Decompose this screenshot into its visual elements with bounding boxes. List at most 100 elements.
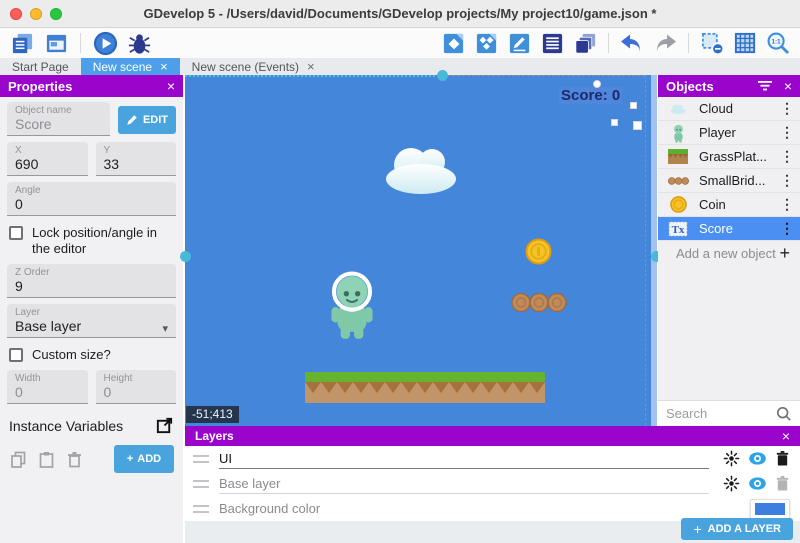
delete-selection-icon[interactable] bbox=[698, 30, 726, 56]
delete-layer-icon[interactable] bbox=[775, 450, 790, 467]
main-toolbar: 1:1 bbox=[0, 28, 800, 58]
game-window-border-right bbox=[645, 75, 646, 426]
object-menu-icon[interactable]: ⋮ bbox=[780, 100, 794, 117]
player-instance[interactable] bbox=[328, 270, 376, 340]
score-text-instance[interactable]: Score: 0 bbox=[559, 87, 622, 104]
close-layers-icon[interactable]: × bbox=[782, 429, 790, 443]
object-row-score[interactable]: Tx Score ⋮ bbox=[658, 217, 800, 241]
tab-start-page[interactable]: Start Page bbox=[0, 58, 81, 75]
height-field: Height 0 bbox=[96, 370, 177, 404]
selection-handle-right[interactable] bbox=[630, 102, 637, 109]
title-bar: GDevelop 5 - /Users/david/Documents/GDev… bbox=[0, 0, 800, 28]
layer-visibility-eye-icon[interactable] bbox=[747, 476, 768, 491]
custom-size-row: Custom size? bbox=[7, 344, 176, 370]
selection-handle-bottom[interactable] bbox=[611, 119, 618, 126]
layer-select[interactable]: Layer Base layer ▾ bbox=[7, 304, 176, 338]
properties-panel: Properties × Object name Score EDIT X 69… bbox=[0, 75, 183, 543]
object-menu-icon[interactable]: ⋮ bbox=[780, 196, 794, 213]
close-tab-icon[interactable]: × bbox=[307, 58, 315, 75]
panel-splitter-line bbox=[185, 75, 447, 77]
plus-icon: + bbox=[693, 521, 701, 537]
open-in-new-icon[interactable] bbox=[155, 416, 174, 435]
selection-handle-corner[interactable] bbox=[633, 121, 642, 130]
cloud-instance[interactable] bbox=[373, 143, 469, 195]
zoom-1-1-icon[interactable]: 1:1 bbox=[764, 30, 792, 56]
object-row-smallbridge[interactable]: SmallBrid... ⋮ bbox=[658, 169, 800, 193]
x-position-field[interactable]: X 690 bbox=[7, 142, 88, 176]
close-objects-icon[interactable]: × bbox=[784, 79, 792, 93]
small-bridge-thumbnail bbox=[666, 177, 690, 185]
search-icon bbox=[776, 406, 792, 422]
tab-new-scene[interactable]: New scene× bbox=[81, 58, 180, 75]
layers-panel: Layers × Base layer Background color bbox=[185, 426, 800, 543]
lock-position-row: Lock position/angle in the editor bbox=[7, 222, 176, 264]
game-window-border-top bbox=[447, 75, 645, 76]
plus-icon[interactable]: + bbox=[779, 243, 790, 264]
delete-layer-icon[interactable] bbox=[775, 475, 790, 492]
small-bridge-instance[interactable] bbox=[511, 292, 567, 313]
width-field: Width 0 bbox=[7, 370, 88, 404]
object-row-player[interactable]: Player ⋮ bbox=[658, 121, 800, 145]
splitter-handle-left[interactable] bbox=[180, 251, 191, 262]
layer-effects-icon[interactable] bbox=[723, 450, 740, 467]
redo-icon[interactable] bbox=[651, 30, 679, 56]
debugger-bug-icon[interactable] bbox=[125, 30, 153, 56]
grass-platform-thumbnail bbox=[666, 149, 690, 164]
background-color-swatch[interactable] bbox=[750, 499, 790, 519]
pencil-icon bbox=[126, 114, 138, 126]
svg-text:Tx: Tx bbox=[672, 224, 685, 236]
drag-handle-icon[interactable] bbox=[193, 480, 209, 488]
lock-position-checkbox[interactable] bbox=[9, 226, 23, 240]
scene-window-icon[interactable] bbox=[42, 30, 70, 56]
layer-visibility-eye-icon[interactable] bbox=[747, 451, 768, 466]
preview-play-icon[interactable] bbox=[91, 30, 119, 56]
splitter-handle-top[interactable] bbox=[437, 70, 448, 81]
cloud-thumbnail bbox=[666, 103, 690, 115]
layer-effects-icon[interactable] bbox=[723, 475, 740, 492]
scene-properties-icon[interactable] bbox=[505, 30, 533, 56]
drag-handle-icon[interactable] bbox=[193, 455, 209, 463]
custom-size-checkbox[interactable] bbox=[9, 348, 23, 362]
object-groups-icon[interactable] bbox=[472, 30, 500, 56]
paste-icon[interactable] bbox=[37, 450, 56, 469]
objects-editor-icon[interactable] bbox=[439, 30, 467, 56]
copy-icon[interactable] bbox=[9, 450, 28, 469]
layers-editor-icon[interactable] bbox=[571, 30, 599, 56]
object-row-grassplatform[interactable]: GrassPlat... ⋮ bbox=[658, 145, 800, 169]
object-menu-icon[interactable]: ⋮ bbox=[780, 220, 794, 237]
filter-icon[interactable] bbox=[758, 81, 772, 91]
object-row-cloud[interactable]: Cloud ⋮ bbox=[658, 97, 800, 121]
svg-text:1:1: 1:1 bbox=[771, 38, 781, 45]
z-order-field[interactable]: Z Order 9 bbox=[7, 264, 176, 298]
project-manager-icon[interactable] bbox=[8, 30, 36, 56]
object-row-coin[interactable]: Coin ⋮ bbox=[658, 193, 800, 217]
y-position-field[interactable]: Y 33 bbox=[96, 142, 177, 176]
instances-list-icon[interactable] bbox=[538, 30, 566, 56]
scene-canvas[interactable]: Score: 0 bbox=[185, 75, 657, 426]
angle-field[interactable]: Angle 0 bbox=[7, 182, 176, 216]
add-a-layer-button[interactable]: + ADD A LAYER bbox=[681, 518, 793, 540]
editor-tabbar: Start Page New scene× New scene (Events)… bbox=[0, 58, 800, 75]
drag-handle-icon[interactable] bbox=[193, 505, 209, 513]
tab-new-scene-events[interactable]: New scene (Events)× bbox=[180, 58, 327, 75]
grass-platform-instance[interactable] bbox=[305, 372, 545, 403]
layer-name-input[interactable] bbox=[219, 449, 709, 469]
coin-instance[interactable] bbox=[525, 238, 552, 265]
window-title: GDevelop 5 - /Users/david/Documents/GDev… bbox=[0, 0, 800, 28]
object-menu-icon[interactable]: ⋮ bbox=[780, 172, 794, 189]
layer-name-label[interactable]: Base layer bbox=[219, 474, 709, 494]
search-input[interactable] bbox=[666, 406, 776, 421]
coin-thumbnail bbox=[666, 196, 690, 213]
undo-icon[interactable] bbox=[618, 30, 646, 56]
add-variable-button[interactable]: + ADD bbox=[114, 445, 174, 473]
grid-icon[interactable] bbox=[731, 30, 759, 56]
add-new-object-row[interactable]: Add a new object + bbox=[658, 241, 800, 266]
object-menu-icon[interactable]: ⋮ bbox=[780, 124, 794, 141]
close-tab-icon[interactable]: × bbox=[160, 58, 168, 75]
close-properties-icon[interactable]: × bbox=[167, 79, 175, 93]
layer-name-label: Background color bbox=[219, 499, 736, 518]
trash-icon[interactable] bbox=[65, 450, 84, 469]
object-menu-icon[interactable]: ⋮ bbox=[780, 148, 794, 165]
edit-object-button[interactable]: EDIT bbox=[118, 106, 176, 134]
selection-rotate-handle[interactable] bbox=[593, 80, 601, 88]
